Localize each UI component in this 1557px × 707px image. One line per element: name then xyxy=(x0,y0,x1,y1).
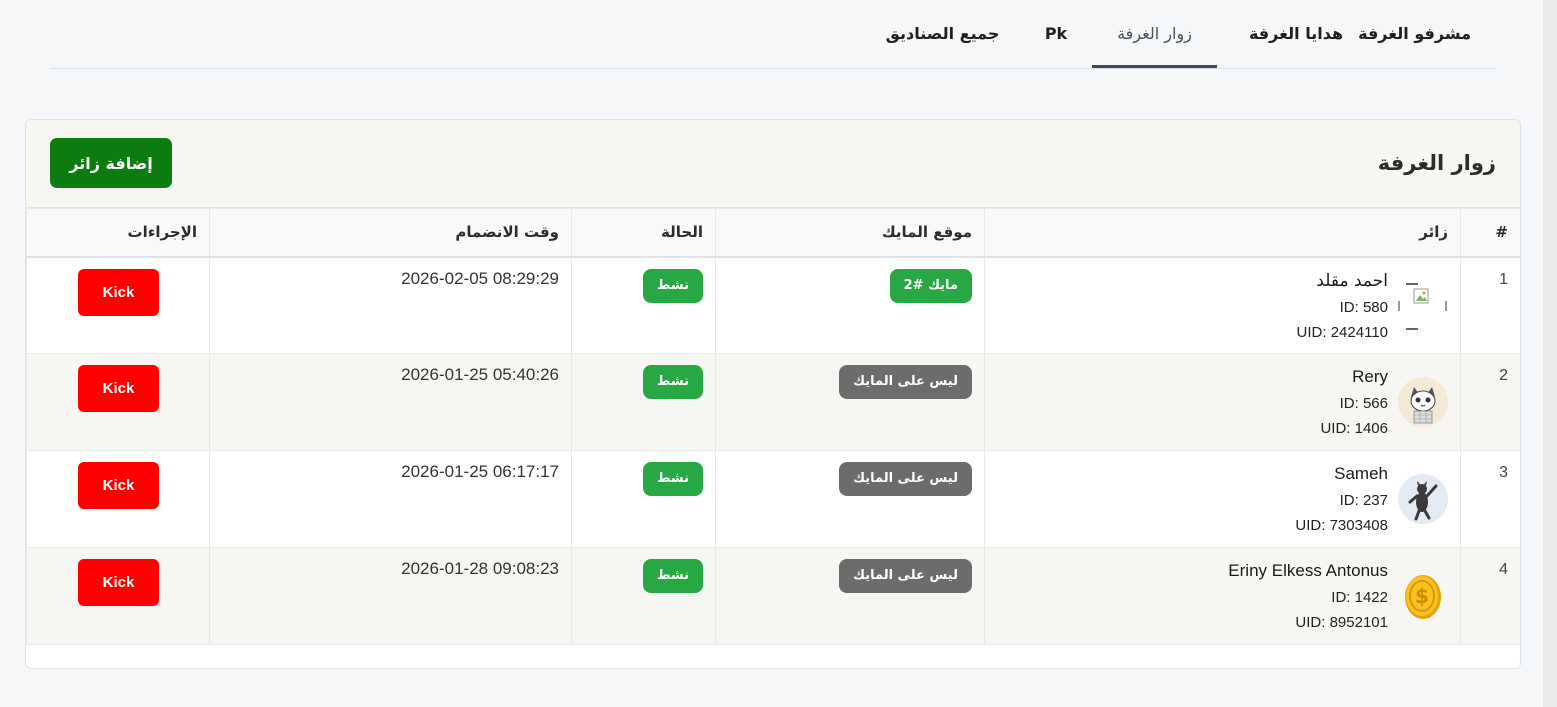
row-number: 4 xyxy=(1499,561,1508,578)
tab-room-gifts[interactable]: هدايا الغرفة xyxy=(1246,24,1346,68)
status-badge: نشط xyxy=(642,365,703,399)
card-title: زوار الغرفة xyxy=(1377,151,1496,175)
visitor-name: Eriny Elkess Antonus xyxy=(1228,561,1388,580)
coin-avatar-icon: $ xyxy=(1398,571,1448,621)
visitor-id: ID: 566 xyxy=(1339,395,1388,412)
visitor-name: Rery xyxy=(1352,367,1388,386)
dancing-cat-avatar-icon xyxy=(1398,474,1448,524)
header-mic: موقع المايك xyxy=(715,208,985,258)
mic-badge: مايك #2 xyxy=(889,268,972,303)
tab-all-boxes[interactable]: جميع الصناديق xyxy=(885,24,1000,68)
visitor-uid: UID: 1406 xyxy=(1320,420,1388,437)
visitors-card: زوار الغرفة إضافة زائر # زائر موقع الماي… xyxy=(25,119,1521,669)
joined-time: 2026-01-25 05:40:26 xyxy=(401,365,559,384)
kick-button[interactable]: Kick xyxy=(78,462,159,509)
header-actions: الإجراءات xyxy=(26,208,210,258)
status-badge: نشط xyxy=(642,462,703,496)
visitor-id: ID: 1422 xyxy=(1331,589,1388,606)
joined-time: 2026-01-25 06:17:17 xyxy=(401,462,559,481)
card-header: زوار الغرفة إضافة زائر xyxy=(26,120,1520,208)
page-scrollbar[interactable] xyxy=(1543,0,1557,707)
svg-text:$: $ xyxy=(1415,584,1429,608)
table-row: 3 Sameh ID: 237 UID: 7303408 ليس على الم… xyxy=(26,450,1520,548)
mic-badge: ليس على المايك xyxy=(839,365,972,399)
visitor-name: احمد مقلد xyxy=(1316,270,1388,291)
joined-time: 2026-02-05 08:29:29 xyxy=(401,268,559,288)
visitor-uid: UID: 7303408 xyxy=(1295,517,1388,534)
table-row: 2 Rery ID: 566 UID: 1406 ليس على المايك … xyxy=(26,353,1520,451)
visitor-id: ID: 580 xyxy=(1339,298,1388,316)
header-joined: وقت الانضمام xyxy=(209,208,572,258)
header-status: الحالة xyxy=(571,208,716,258)
row-number: 2 xyxy=(1499,367,1508,384)
header-visitor: زائر xyxy=(984,208,1461,258)
header-num: # xyxy=(1460,208,1520,258)
kick-button[interactable]: Kick xyxy=(78,268,159,316)
status-badge: نشط xyxy=(642,559,703,593)
visitor-name: Sameh xyxy=(1334,464,1388,483)
tab-bar: مشرفو الغرفة هدايا الغرفة زوار الغرفة Pk… xyxy=(50,0,1496,69)
mic-badge: ليس على المايك xyxy=(839,462,972,496)
visitors-table: # زائر موقع المايك الحالة وقت الانضمام ا… xyxy=(26,208,1520,645)
joined-time: 2026-01-28 09:08:23 xyxy=(401,559,559,578)
cat-avatar-icon xyxy=(1398,377,1448,427)
add-visitor-button[interactable]: إضافة زائر xyxy=(50,138,172,188)
kick-button[interactable]: Kick xyxy=(78,365,159,412)
row-number: 3 xyxy=(1499,464,1508,481)
table-row: 1 احمد مقلد ID: 580 UID: 2424110 مايك #2… xyxy=(26,256,1520,354)
visitor-id: ID: 237 xyxy=(1339,492,1388,509)
mic-badge: ليس على المايك xyxy=(839,559,972,593)
broken-image-icon xyxy=(1398,280,1448,331)
visitor-uid: UID: 2424110 xyxy=(1296,323,1388,341)
kick-button[interactable]: Kick xyxy=(78,559,159,606)
row-number: 1 xyxy=(1499,270,1508,288)
status-badge: نشط xyxy=(642,268,703,303)
table-row: 4 $ Eriny Elkess Antonus ID: 1422 UID: 8… xyxy=(26,547,1520,645)
tab-pk[interactable]: Pk xyxy=(1041,24,1071,68)
tab-room-visitors[interactable]: زوار الغرفة xyxy=(1092,24,1217,68)
tab-room-moderators[interactable]: مشرفو الغرفة xyxy=(1358,24,1471,68)
visitor-uid: UID: 8952101 xyxy=(1295,614,1388,631)
table-header-row: # زائر موقع المايك الحالة وقت الانضمام ا… xyxy=(26,208,1520,258)
